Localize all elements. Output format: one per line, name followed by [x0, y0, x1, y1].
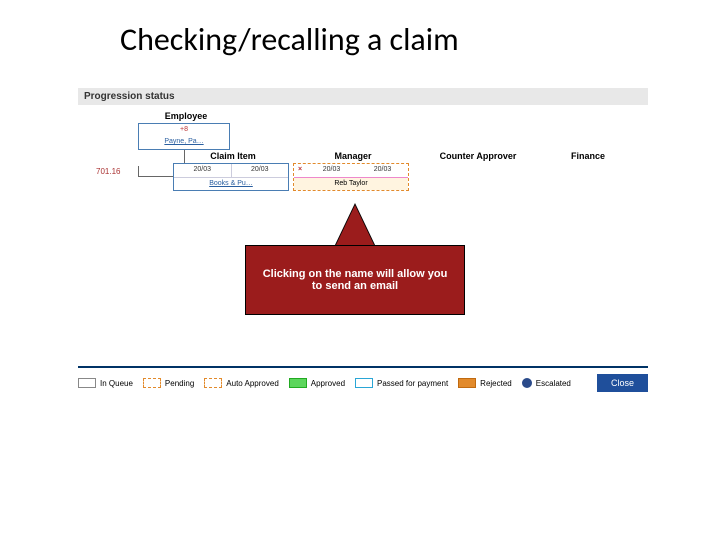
- legend-label: Escalated: [536, 379, 571, 388]
- row-number: 701.16: [96, 167, 120, 176]
- claim-item-date-left: 20/03: [174, 164, 232, 177]
- swatch-icon: [78, 378, 96, 388]
- manager-date-left: 20/03: [306, 164, 357, 177]
- manager-box[interactable]: × 20/03 20/03 Reb Taylor: [293, 163, 409, 191]
- claim-item-col-label: Claim Item: [173, 151, 293, 161]
- legend-item-in-queue: In Queue: [78, 378, 133, 388]
- legend-label: In Queue: [100, 379, 133, 388]
- manager-col-label: Manager: [293, 151, 413, 161]
- dot-icon: [522, 378, 532, 388]
- legend-item-escalated: Escalated: [522, 378, 571, 388]
- slide-title: Checking/recalling a claim: [120, 20, 459, 59]
- connector-line: [138, 166, 139, 176]
- employee-box[interactable]: +8 Payne, Pa…: [138, 123, 230, 150]
- callout-text: Clicking on the name will allow you to s…: [256, 268, 454, 292]
- legend-label: Pending: [165, 379, 194, 388]
- swatch-icon: [355, 378, 373, 388]
- claim-item-date-right: 20/03: [232, 164, 289, 177]
- close-icon[interactable]: ×: [294, 164, 306, 177]
- employee-col-label: Employee: [138, 111, 234, 121]
- connector-line: [138, 176, 173, 177]
- manager-dates: × 20/03 20/03: [294, 164, 408, 177]
- legend-label: Passed for payment: [377, 379, 448, 388]
- swatch-icon: [289, 378, 307, 388]
- legend-label: Rejected: [480, 379, 512, 388]
- callout-box: Clicking on the name will allow you to s…: [245, 245, 465, 315]
- swatch-icon: [458, 378, 476, 388]
- employee-column: Employee +8 Payne, Pa…: [138, 111, 234, 150]
- swatch-icon: [204, 378, 222, 388]
- finance-col-label: Finance: [538, 151, 638, 161]
- claim-item-dates: 20/03 20/03: [174, 164, 288, 177]
- claim-item-box[interactable]: 20/03 20/03 Books & Pu…: [173, 163, 289, 191]
- counter-approver-col-label: Counter Approver: [418, 151, 538, 161]
- employee-name-link[interactable]: Payne, Pa…: [139, 136, 229, 149]
- legend-item-passed: Passed for payment: [355, 378, 448, 388]
- section-header: Progression status: [78, 88, 648, 105]
- close-button[interactable]: Close: [597, 374, 648, 392]
- legend-bar: In Queue Pending Auto Approved Approved …: [78, 366, 648, 392]
- legend-item-approved: Approved: [289, 378, 345, 388]
- manager-date-right: 20/03: [357, 164, 408, 177]
- callout-pointer: [335, 205, 375, 247]
- manager-name-link[interactable]: Reb Taylor: [294, 177, 408, 190]
- manager-column: Manager × 20/03 20/03 Reb Taylor: [293, 151, 413, 191]
- claim-item-name-link[interactable]: Books & Pu…: [174, 177, 288, 190]
- employee-badge: +8: [139, 124, 229, 136]
- legend-item-pending: Pending: [143, 378, 194, 388]
- legend-label: Auto Approved: [226, 379, 278, 388]
- claim-item-column: Claim Item 20/03 20/03 Books & Pu…: [173, 151, 293, 191]
- swatch-icon: [143, 378, 161, 388]
- legend-item-rejected: Rejected: [458, 378, 512, 388]
- legend-item-auto-approved: Auto Approved: [204, 378, 278, 388]
- legend-label: Approved: [311, 379, 345, 388]
